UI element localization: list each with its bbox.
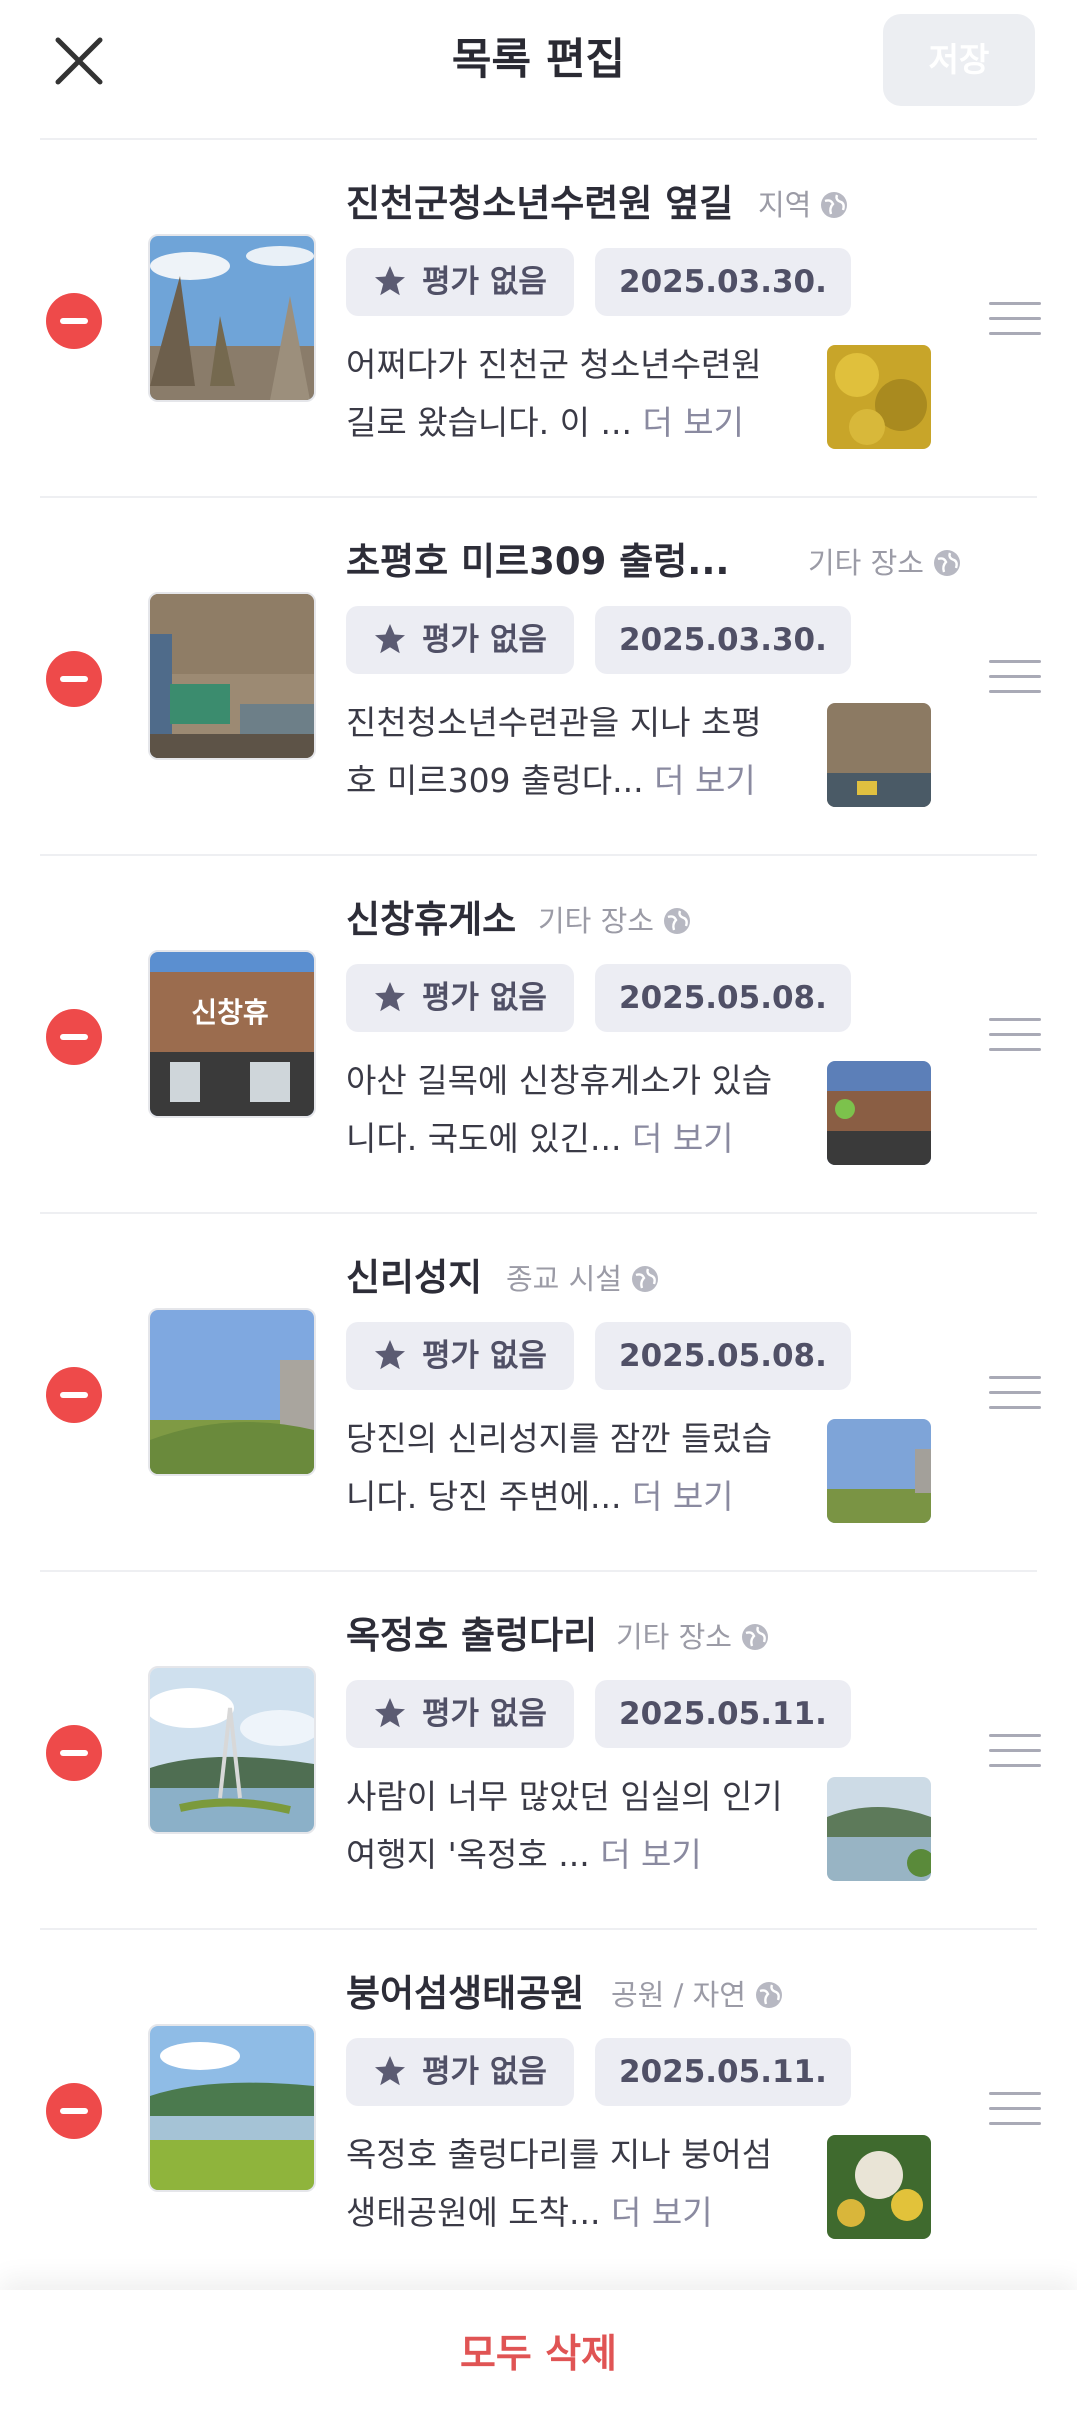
item-mini-photo [827,703,931,807]
star-icon [375,982,405,1012]
item-mini-photo [827,2135,931,2239]
rating-chip[interactable]: 평가 없음 [346,1680,574,1748]
more-link[interactable]: 더 보기 [632,1119,734,1158]
globe-icon [663,908,690,934]
item-description[interactable]: 옥정호 출렁다리를 지나 붕어섬생태공원에 도착... 더 보기 [346,2126,786,2242]
more-link[interactable]: 더 보기 [642,403,744,442]
item-thumbnail: 신창휴 [148,950,316,1118]
item-category: 지역 [758,186,849,224]
item-category: 종교 시설 [506,1260,660,1298]
remove-button[interactable] [46,293,102,349]
item-name[interactable]: 신리성지 [346,1250,482,1306]
remove-button[interactable] [46,1367,102,1423]
list-item: 신리성지 종교 시설 평가 없음 2025.05.08. 당진의 신리성지를 잠… [40,1212,1041,1570]
item-mini-photo [827,1777,931,1881]
item-mini-photo [827,345,931,449]
drag-handle-icon[interactable] [989,302,1041,340]
item-category: 기타 장소 [616,1618,770,1656]
globe-icon [755,1982,782,2008]
item-description[interactable]: 당진의 신리성지를 잠깐 들렀습니다. 당진 주변에... 더 보기 [346,1410,786,1526]
list-item: 신창휴 신창휴게소 기타 장소 평가 없음 2025.05.08. 아산 길목에… [40,854,1041,1212]
globe-icon [631,1266,658,1292]
remove-button[interactable] [46,1725,102,1781]
item-thumbnail [148,2024,316,2192]
drag-handle-icon[interactable] [989,1018,1041,1056]
item-thumbnail [148,234,316,402]
footer: 모두 삭제 [0,2290,1077,2423]
date-chip[interactable]: 2025.03.30. [595,606,851,674]
item-thumbnail [148,1308,316,1476]
delete-all-button[interactable]: 모두 삭제 [0,2320,1077,2390]
list-item: 진천군청소년수련원 옆길 지역 평가 없음 2025.03.30. 어쩌다가 진… [40,138,1041,496]
list-item: 붕어섬생태공원 공원 / 자연 평가 없음 2025.05.11. 옥정호 출렁… [40,1928,1041,2286]
star-icon [375,2056,405,2086]
item-list: 진천군청소년수련원 옆길 지역 평가 없음 2025.03.30. 어쩌다가 진… [0,138,1077,2286]
star-icon [375,1340,405,1370]
header: 목록 편집 저장 [0,0,1077,125]
drag-handle-icon[interactable] [989,2092,1041,2130]
item-category: 공원 / 자연 [611,1976,784,2014]
star-icon [375,624,405,654]
more-link[interactable]: 더 보기 [632,1477,734,1516]
drag-handle-icon[interactable] [989,1734,1041,1772]
svg-text:신창휴: 신창휴 [191,996,268,1029]
date-chip[interactable]: 2025.05.08. [595,1322,851,1390]
item-thumbnail [148,1666,316,1834]
item-mini-photo [827,1419,931,1523]
drag-handle-icon[interactable] [989,1376,1041,1414]
remove-button[interactable] [46,1009,102,1065]
globe-icon [741,1624,768,1650]
item-description[interactable]: 진천청소년수련관을 지나 초평호 미르309 출렁다... 더 보기 [346,694,786,810]
item-name[interactable]: 초평호 미르309 출렁... [346,534,729,590]
star-icon [375,1698,405,1728]
rating-chip[interactable]: 평가 없음 [346,1322,574,1390]
item-category: 기타 장소 [808,544,962,582]
save-button[interactable]: 저장 [883,14,1035,106]
globe-icon [821,192,848,218]
date-chip[interactable]: 2025.05.08. [595,964,851,1032]
item-name[interactable]: 붕어섬생태공원 [346,1966,584,2022]
date-chip[interactable]: 2025.05.11. [595,1680,851,1748]
item-description[interactable]: 사람이 너무 많았던 임실의 인기 여행지 '옥정호 ... 더 보기 [346,1768,786,1884]
list-item: 옥정호 출렁다리 기타 장소 평가 없음 2025.05.11. 사람이 너무 … [40,1570,1041,1928]
item-thumbnail [148,592,316,760]
drag-handle-icon[interactable] [989,660,1041,698]
star-icon [375,266,405,296]
rating-chip[interactable]: 평가 없음 [346,2038,574,2106]
rating-chip[interactable]: 평가 없음 [346,606,574,674]
remove-button[interactable] [46,651,102,707]
rating-chip[interactable]: 평가 없음 [346,964,574,1032]
date-chip[interactable]: 2025.03.30. [595,248,851,316]
globe-icon [933,550,960,576]
item-name[interactable]: 옥정호 출렁다리 [346,1608,597,1664]
list-item: 초평호 미르309 출렁... 기타 장소 평가 없음 2025.03.30. … [40,496,1041,854]
item-category: 기타 장소 [538,902,692,940]
more-link[interactable]: 더 보기 [611,2193,713,2232]
item-name[interactable]: 진천군청소년수련원 옆길 [346,176,733,232]
more-link[interactable]: 더 보기 [600,1835,702,1874]
more-link[interactable]: 더 보기 [654,761,756,800]
remove-button[interactable] [46,2083,102,2139]
item-mini-photo [827,1061,931,1165]
rating-chip[interactable]: 평가 없음 [346,248,574,316]
item-description[interactable]: 어쩌다가 진천군 청소년수련원 길로 왔습니다. 이 ... 더 보기 [346,336,786,452]
item-name[interactable]: 신창휴게소 [346,892,516,948]
item-description[interactable]: 아산 길목에 신창휴게소가 있습니다. 국도에 있긴... 더 보기 [346,1052,786,1168]
date-chip[interactable]: 2025.05.11. [595,2038,851,2106]
